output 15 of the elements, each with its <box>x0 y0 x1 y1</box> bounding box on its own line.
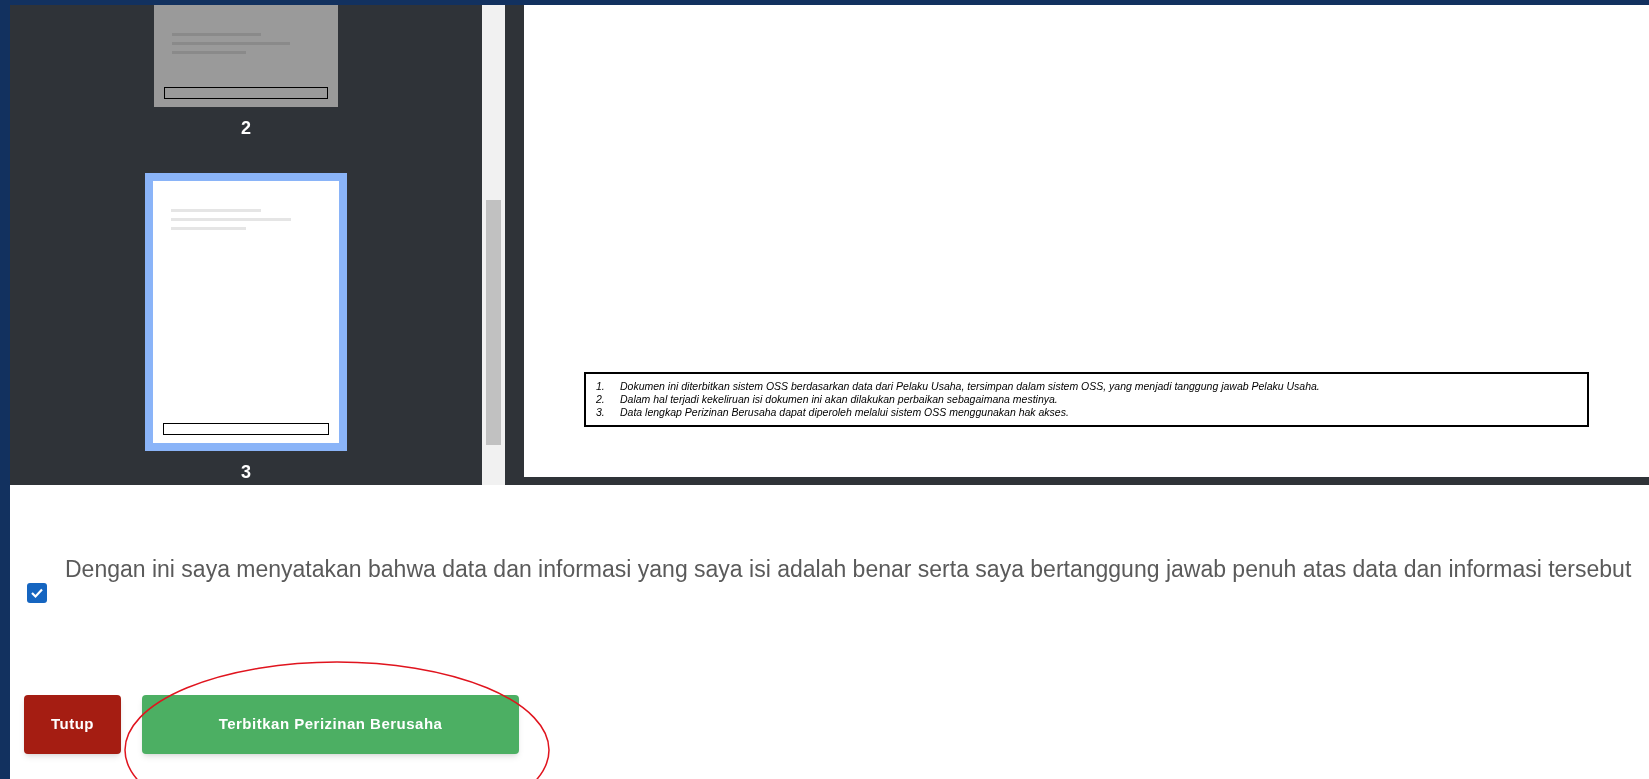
agreement-checkbox[interactable] <box>27 583 47 603</box>
note-text: Dalam hal terjadi kekeliruan isi dokumen ini akan dilakukan perbaikan sebagaimana mestinya. <box>620 393 1058 406</box>
note-number: 2. <box>596 393 606 406</box>
page-number: 2 <box>241 119 251 137</box>
scrollbar[interactable] <box>482 5 505 485</box>
page-thumbnail[interactable] <box>145 173 347 451</box>
check-icon <box>30 586 44 600</box>
page-number: 3 <box>241 463 251 481</box>
close-button[interactable]: Tutup <box>24 695 122 754</box>
page-thumbnail[interactable] <box>154 5 338 107</box>
agreement-text: Dengan ini saya menyatakan bahwa data dan informasi yang saya isi adalah benar serta saya bertanggung jawab penuh atas data dan informasi tersebut <box>65 555 1632 584</box>
note-number: 3. <box>596 406 606 419</box>
note-text: Dokumen ini diterbitkan sistem OSS berdasarkan data dari Pelaku Usaha, tersimpan dalam sistem OSS, yang menjadi tanggung jawab Pelaku Usaha. <box>620 380 1320 393</box>
note-number: 1. <box>596 380 606 393</box>
note-text: Data lengkap Perizinan Berusaha dapat diperoleh melalui sistem OSS menggunakan hak akses. <box>620 406 1069 419</box>
